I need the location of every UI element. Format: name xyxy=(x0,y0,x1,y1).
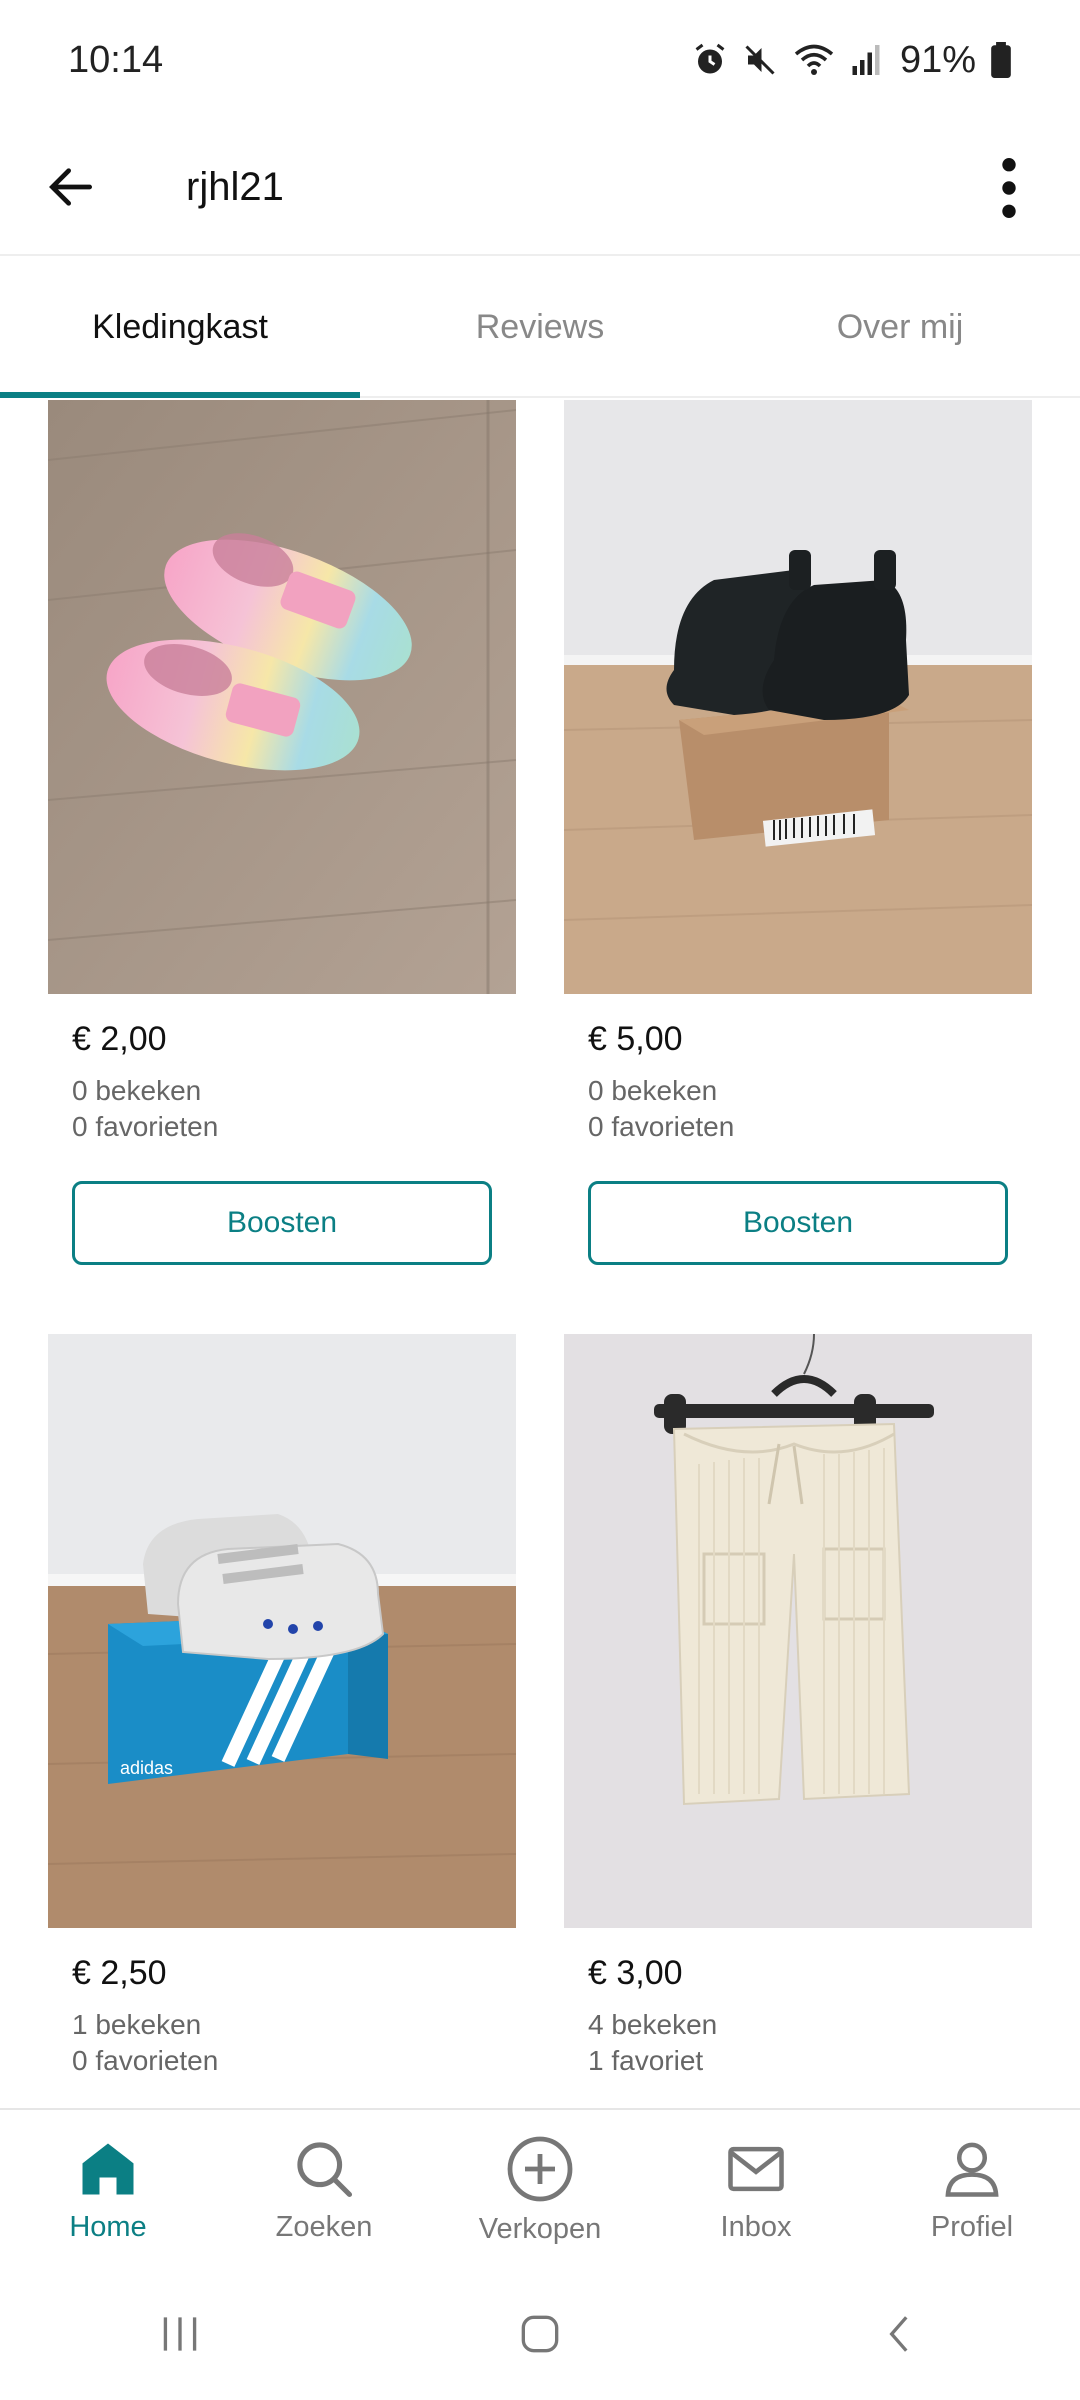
battery-icon xyxy=(991,42,1011,78)
wifi-icon xyxy=(794,44,834,75)
battery-level: 91% xyxy=(899,38,976,81)
svg-text:adidas: adidas xyxy=(120,1758,173,1778)
system-navigation xyxy=(0,2268,1080,2400)
bottom-navigation: Home Zoeken Verkopen Inbox Profiel xyxy=(0,2108,1080,2268)
back-button[interactable] xyxy=(36,152,106,222)
more-options-button[interactable] xyxy=(974,153,1044,223)
item-photo[interactable]: adidas xyxy=(48,1334,516,1928)
wardrobe-grid: € 2,00 0 bekeken 0 favorieten Boosten € … xyxy=(0,400,1080,2108)
item-favorites: 1 favoriet xyxy=(588,2045,704,2076)
nav-home[interactable]: Home xyxy=(0,2110,216,2268)
item-photo[interactable] xyxy=(48,400,516,994)
nav-label: Verkopen xyxy=(478,2212,602,2245)
item-card[interactable]: € 3,00 4 bekeken 1 favoriet xyxy=(564,1334,1032,2079)
tab-over-mij[interactable]: Over mij xyxy=(720,258,1080,396)
page-title: rjhl21 xyxy=(186,164,284,209)
item-favorites: 0 favorieten xyxy=(588,1111,735,1142)
item-photo[interactable] xyxy=(564,400,1032,994)
status-bar: 10:14 91% xyxy=(0,0,1080,120)
recent-apps-icon xyxy=(163,2317,197,2351)
item-photo[interactable] xyxy=(564,1334,1032,1928)
search-icon xyxy=(297,2141,353,2197)
alarm-icon xyxy=(695,43,725,74)
plus-circle-icon xyxy=(507,2136,573,2201)
nav-label: Zoeken xyxy=(275,2210,373,2243)
tab-reviews[interactable]: Reviews xyxy=(360,258,720,396)
item-card[interactable]: € 2,00 0 bekeken 0 favorieten Boosten xyxy=(48,400,516,1265)
item-favorites: 0 favorieten xyxy=(72,2045,219,2076)
mute-icon xyxy=(745,45,775,75)
mail-icon xyxy=(728,2146,784,2191)
arrow-left-icon xyxy=(49,168,92,206)
item-views: 4 bekeken xyxy=(588,2009,718,2040)
recent-apps-button[interactable] xyxy=(120,2284,240,2384)
profile-tabs: Kledingkast Reviews Over mij xyxy=(0,258,1080,398)
tab-label: Kledingkast xyxy=(92,307,268,346)
nav-inbox[interactable]: Inbox xyxy=(648,2110,864,2268)
signal-icon xyxy=(852,45,880,75)
app-header: rjhl21 xyxy=(0,120,1080,256)
item-views: 0 bekeken xyxy=(72,1075,202,1106)
nav-zoeken[interactable]: Zoeken xyxy=(216,2110,432,2268)
nav-label: Inbox xyxy=(720,2210,792,2243)
boost-button[interactable]: Boosten xyxy=(588,1181,1008,1265)
item-views: 0 bekeken xyxy=(588,1075,718,1106)
item-price: € 5,00 xyxy=(588,1020,683,1058)
item-price: € 2,00 xyxy=(72,1020,167,1058)
item-favorites: 0 favorieten xyxy=(72,1111,219,1142)
item-card[interactable]: adidas € 2,50 1 bekeken 0 favorieten xyxy=(48,1334,516,2079)
tab-label: Reviews xyxy=(475,307,605,346)
status-time: 10:14 xyxy=(68,38,164,81)
nav-label: Profiel xyxy=(930,2210,1014,2243)
chevron-left-icon xyxy=(889,2316,908,2352)
status-icons: 91% xyxy=(692,39,1012,82)
item-price: € 3,00 xyxy=(588,1954,683,1992)
tab-label: Over mij xyxy=(836,307,964,346)
nav-verkopen[interactable]: Verkopen xyxy=(432,2110,648,2268)
boost-button[interactable]: Boosten xyxy=(72,1181,492,1265)
back-system-button[interactable] xyxy=(840,2284,960,2384)
item-views: 1 bekeken xyxy=(72,2009,202,2040)
home-system-button[interactable] xyxy=(480,2284,600,2384)
item-card[interactable]: € 5,00 0 bekeken 0 favorieten Boosten xyxy=(564,400,1032,1265)
home-icon xyxy=(82,2143,134,2194)
user-icon xyxy=(945,2142,999,2197)
more-vertical-icon xyxy=(1002,158,1016,218)
tab-kledingkast[interactable]: Kledingkast xyxy=(0,258,360,398)
nav-label: Home xyxy=(69,2210,147,2243)
item-price: € 2,50 xyxy=(72,1954,167,1992)
home-square-icon xyxy=(521,2315,559,2353)
nav-profiel[interactable]: Profiel xyxy=(864,2110,1080,2268)
